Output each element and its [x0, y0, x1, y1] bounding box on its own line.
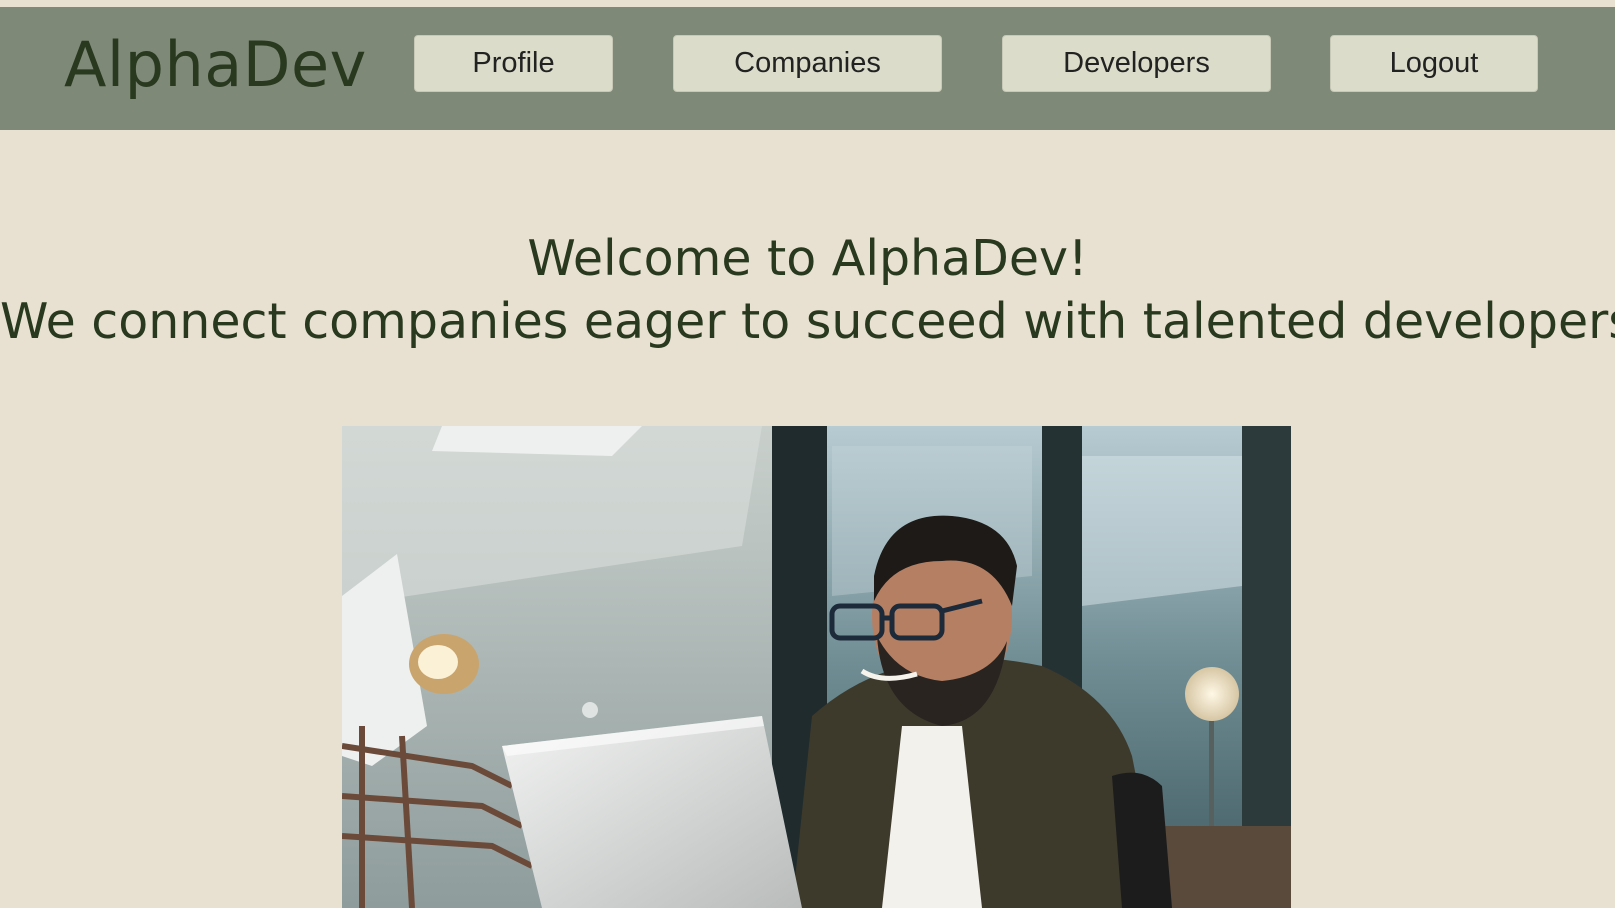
top-navigation-bar: AlphaDev Profile Companies Developers Lo…	[0, 7, 1615, 130]
logout-button[interactable]: Logout	[1330, 35, 1538, 92]
site-logo[interactable]: AlphaDev	[64, 25, 367, 105]
profile-button[interactable]: Profile	[414, 35, 613, 92]
hero-image	[342, 426, 1291, 908]
tagline-heading: We connect companies eager to succeed wi…	[0, 293, 1615, 350]
developer-at-desk-photo	[342, 426, 1291, 908]
companies-button[interactable]: Companies	[673, 35, 942, 92]
developers-button[interactable]: Developers	[1002, 35, 1271, 92]
welcome-heading: Welcome to AlphaDev!	[527, 230, 1088, 287]
